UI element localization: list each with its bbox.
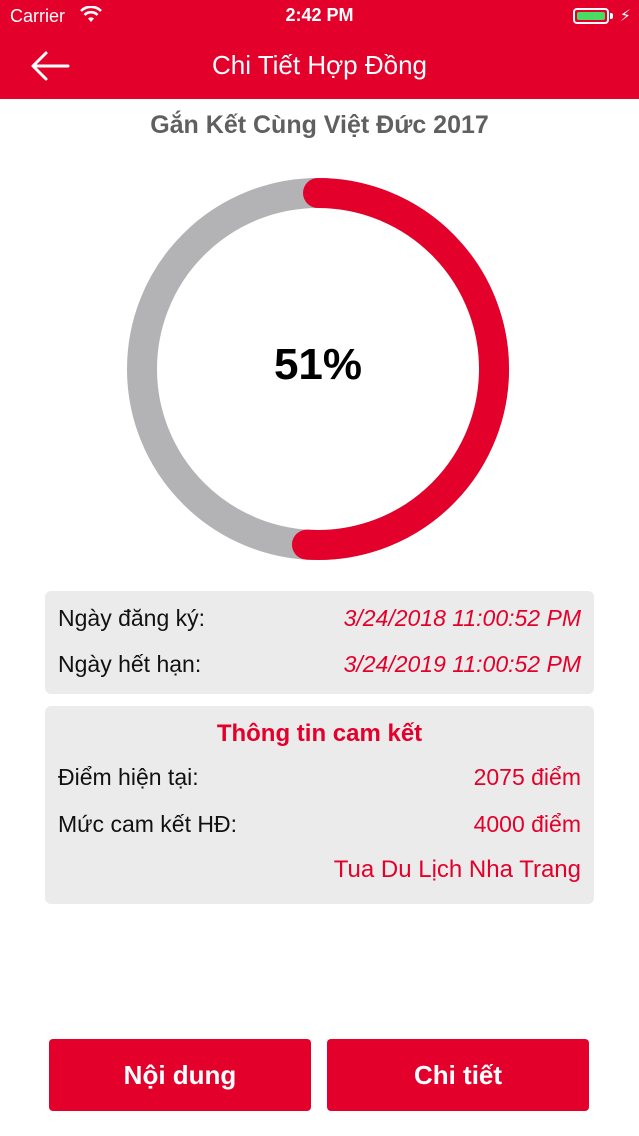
register-date-value: 3/24/2018 11:00:52 PM bbox=[343, 605, 581, 631]
target-points-label: Mức cam kết HĐ: bbox=[58, 811, 237, 837]
reward-text: Tua Du Lịch Nha Trang bbox=[333, 856, 581, 883]
current-points-label: Điểm hiện tại: bbox=[58, 764, 199, 790]
progress-percent: 51% bbox=[273, 340, 363, 389]
expire-date-value: 3/24/2019 11:00:52 PM bbox=[343, 651, 581, 677]
register-date-label: Ngày đăng ký: bbox=[58, 605, 206, 631]
status-time: 2:42 PM bbox=[285, 5, 354, 25]
navigation-bar: Chi Tiết Hợp Đồng bbox=[0, 32, 639, 99]
current-points-value: 2075 điểm bbox=[473, 764, 581, 790]
bolt-icon: ⚡ bbox=[619, 8, 631, 25]
header-bar: Carrier 2:42 PM ⚡ Chi Tiết Hợp Đồng bbox=[0, 0, 639, 99]
dates-panel: Ngày đăng ký: 3/24/2018 11:00:52 PM Ngày… bbox=[45, 591, 594, 694]
detail-button[interactable]: Chi tiết bbox=[327, 1039, 589, 1111]
content-button[interactable]: Nội dung bbox=[49, 1039, 311, 1111]
commitment-title: Thông tin cam kết bbox=[216, 720, 423, 747]
expire-date-label: Ngày hết hạn: bbox=[58, 651, 202, 677]
battery-icon bbox=[573, 8, 609, 24]
contract-name: Gắn Kết Cùng Việt Đức 2017 bbox=[150, 111, 489, 139]
target-points-value: 4000 điểm bbox=[473, 811, 581, 837]
status-bar: Carrier 2:42 PM ⚡ bbox=[0, 0, 639, 32]
page-title: Chi Tiết Hợp Đồng bbox=[211, 50, 428, 80]
commitment-panel: Thông tin cam kết Điểm hiện tại: 2075 đi… bbox=[45, 706, 594, 904]
